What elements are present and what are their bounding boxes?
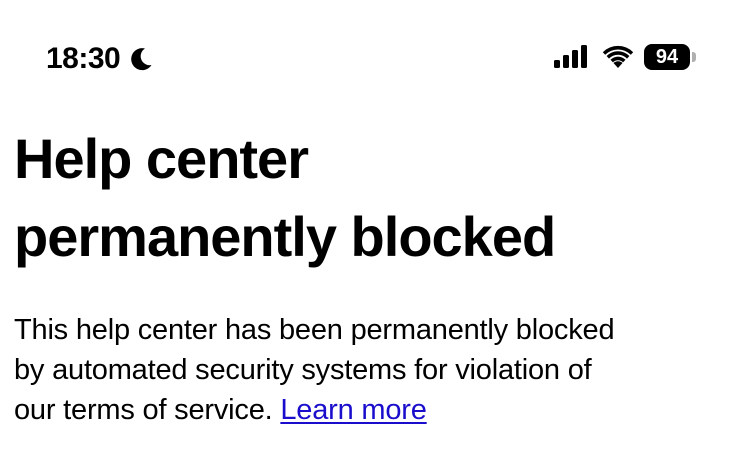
learn-more-link[interactable]: Learn more (280, 394, 427, 426)
block-message: This help center has been permanently bl… (14, 310, 726, 430)
moon-icon (131, 48, 152, 71)
status-time: 18:30 (46, 42, 121, 75)
time-group: 18:30 (46, 39, 154, 79)
wifi-icon (602, 45, 634, 68)
block-message-line-1: This help center has been permanently bl… (14, 314, 615, 346)
block-message-line-2: by automated security systems for violat… (14, 354, 592, 386)
status-bar: 18:30 94 (0, 0, 732, 110)
battery-icon: 94 (644, 43, 698, 71)
battery-level: 94 (644, 44, 690, 70)
status-icons: 94 (552, 43, 698, 71)
battery-cap (692, 52, 696, 62)
block-message-line-3: our terms of service. (14, 394, 273, 426)
page-title-line-1: Help center (14, 127, 309, 190)
cellular-signal-icon (554, 45, 587, 68)
page-title: Help center permanently blocked (14, 120, 724, 276)
page-title-line-2: permanently blocked (14, 205, 556, 268)
